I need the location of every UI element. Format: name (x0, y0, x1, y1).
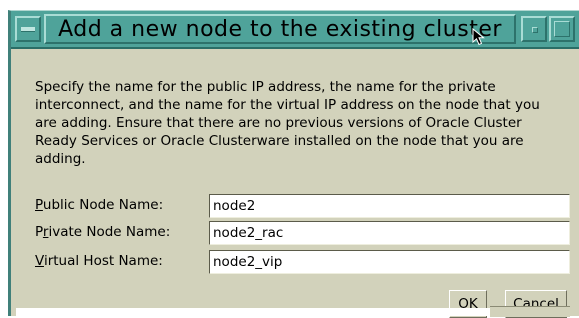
minimize-icon[interactable] (521, 16, 547, 42)
title-area[interactable]: Add a new node to the existing cluster (44, 14, 516, 44)
public-node-name-label: Public Node Name: (35, 197, 164, 213)
title-bar[interactable]: Add a new node to the existing cluster (11, 11, 579, 49)
private-node-name-label: Private Node Name: (35, 224, 171, 240)
private-node-name-input[interactable] (209, 221, 570, 245)
underlying-window-edge (490, 306, 570, 317)
add-node-dialog: Add a new node to the existing cluster S… (8, 10, 579, 318)
virtual-host-name-input[interactable] (209, 250, 570, 274)
bottom-edge (16, 308, 490, 316)
window-title: Add a new node to the existing cluster (58, 17, 502, 42)
mouse-pointer-icon (472, 28, 485, 46)
window-menu-icon[interactable] (15, 16, 41, 42)
instructions-text: Specify the name for the public IP addre… (35, 79, 540, 167)
virtual-host-name-label: Virtual Host Name: (35, 253, 163, 269)
maximize-icon[interactable] (549, 16, 575, 42)
public-node-name-input[interactable] (209, 194, 570, 218)
